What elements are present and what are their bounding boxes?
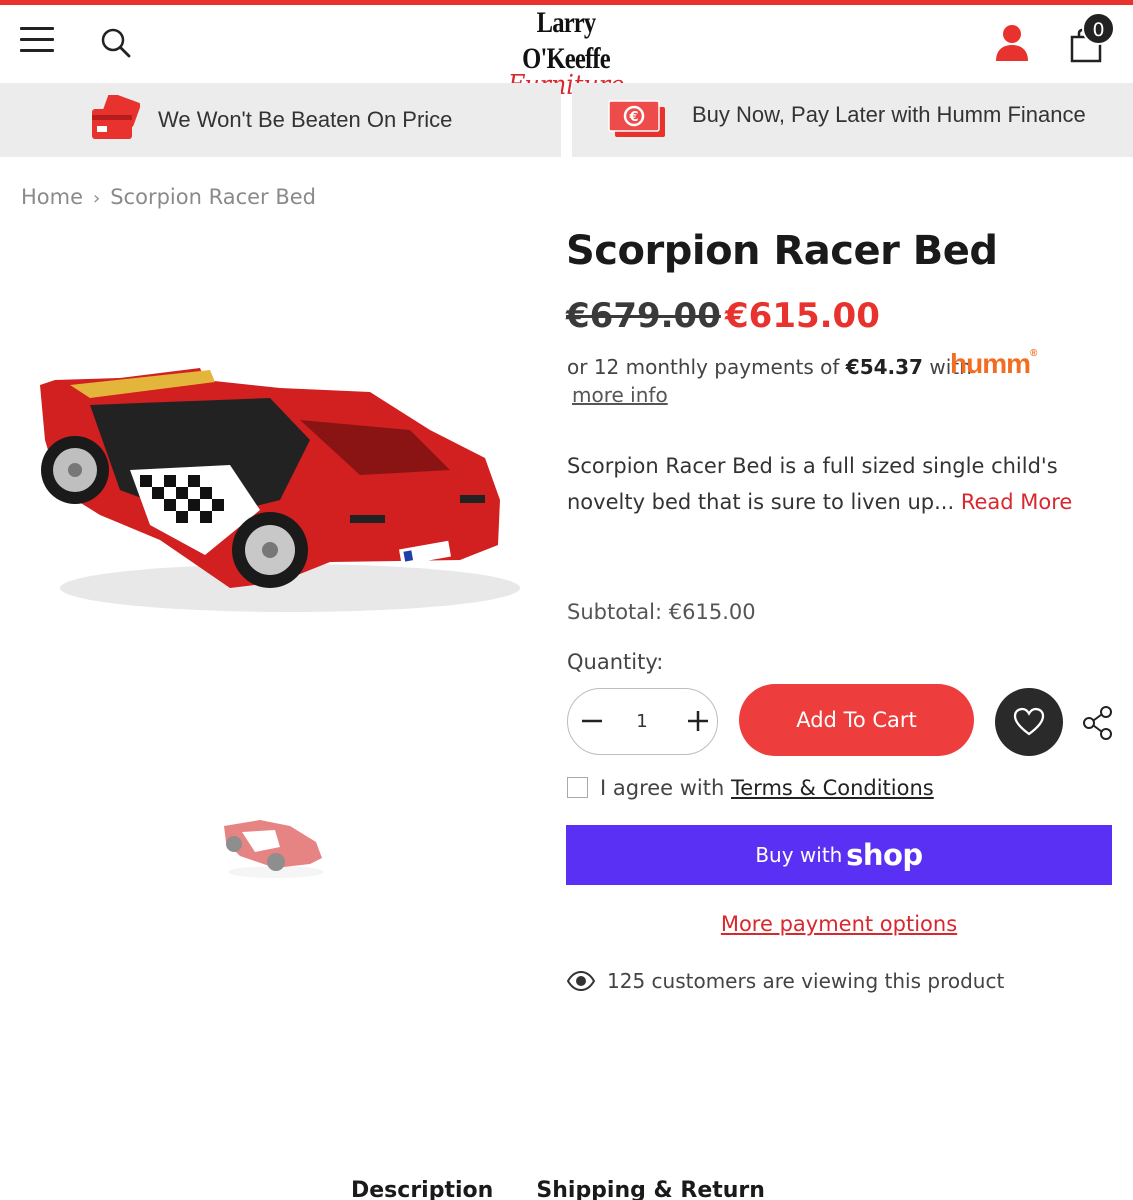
credit-card-icon xyxy=(92,95,140,139)
cart-count-badge: 0 xyxy=(1082,12,1115,45)
viewers-notice: 125 customers are viewing this product xyxy=(567,969,1004,993)
share-icon[interactable] xyxy=(1082,705,1114,741)
add-to-cart-button[interactable]: Add To Cart xyxy=(739,684,974,756)
account-icon[interactable] xyxy=(994,23,1030,63)
product-image[interactable] xyxy=(30,350,530,620)
sale-price: €615.00 xyxy=(725,296,880,336)
svg-text:€: € xyxy=(628,110,638,125)
store-logo[interactable]: Larry O'Keeffe Furniture xyxy=(486,5,646,101)
humm-logo-text: humm xyxy=(950,348,1031,379)
terms-link[interactable]: Terms & Conditions xyxy=(731,776,934,800)
tab-shipping-return[interactable]: Shipping & Return xyxy=(536,1178,765,1200)
wishlist-button[interactable] xyxy=(995,688,1063,756)
breadcrumb-home[interactable]: Home xyxy=(21,185,83,209)
breadcrumb: Home › Scorpion Racer Bed xyxy=(21,185,316,209)
original-price: €679.00 xyxy=(566,296,721,336)
menu-icon[interactable] xyxy=(20,27,54,53)
shop-logo: shop xyxy=(846,838,923,872)
product-tabs: Description Shipping & Return xyxy=(351,1178,803,1200)
humm-prefix: or 12 monthly payments of xyxy=(567,355,840,379)
humm-amount: €54.37 xyxy=(845,355,923,379)
terms-prefix: I agree with xyxy=(600,776,725,800)
breadcrumb-separator: › xyxy=(93,188,101,209)
promo-humm-finance[interactable]: € Buy Now, Pay Later with Humm Finance xyxy=(572,83,1133,157)
more-payment-options-link[interactable]: More payment options xyxy=(566,912,1112,936)
search-icon[interactable] xyxy=(100,27,132,59)
promo-price-beat[interactable]: We Won't Be Beaten On Price xyxy=(0,83,561,157)
quantity-input[interactable] xyxy=(626,705,658,737)
product-description: Scorpion Racer Bed is a full sized singl… xyxy=(567,448,1087,520)
eye-icon xyxy=(567,971,595,991)
subtotal-label: Subtotal: xyxy=(567,600,663,624)
logo-name: Larry O'Keeffe xyxy=(522,6,611,75)
plus-icon[interactable] xyxy=(682,705,714,737)
promo-price-beat-label: We Won't Be Beaten On Price xyxy=(158,107,453,132)
minus-icon[interactable] xyxy=(576,705,608,737)
humm-logo: humm® xyxy=(950,348,1037,379)
terms-agreement: I agree with Terms & Conditions xyxy=(567,776,934,800)
heart-icon xyxy=(1013,707,1045,736)
buy-with-label: Buy with xyxy=(755,843,843,867)
promo-humm-label: Buy Now, Pay Later with Humm Finance xyxy=(692,102,1086,127)
site-header: Larry O'Keeffe Furniture 0 xyxy=(0,5,1133,101)
read-more-link[interactable]: Read More xyxy=(961,490,1073,514)
more-info-link[interactable]: more info xyxy=(572,383,668,407)
buy-with-shop-button[interactable]: Buy with shop xyxy=(566,825,1112,885)
subtotal-value: €615.00 xyxy=(668,600,756,624)
tab-description[interactable]: Description xyxy=(351,1178,493,1200)
quantity-stepper xyxy=(567,688,718,755)
product-title: Scorpion Racer Bed xyxy=(566,228,998,274)
breadcrumb-current: Scorpion Racer Bed xyxy=(110,185,317,209)
subtotal: Subtotal: €615.00 xyxy=(567,600,756,624)
cash-icon: € xyxy=(608,100,665,137)
product-thumbnail[interactable] xyxy=(220,812,328,882)
terms-checkbox[interactable] xyxy=(567,777,588,798)
quantity-label: Quantity: xyxy=(567,650,664,674)
viewers-text: 125 customers are viewing this product xyxy=(607,969,1005,993)
humm-installments: or 12 monthly payments of €54.37 with xyxy=(567,355,972,379)
